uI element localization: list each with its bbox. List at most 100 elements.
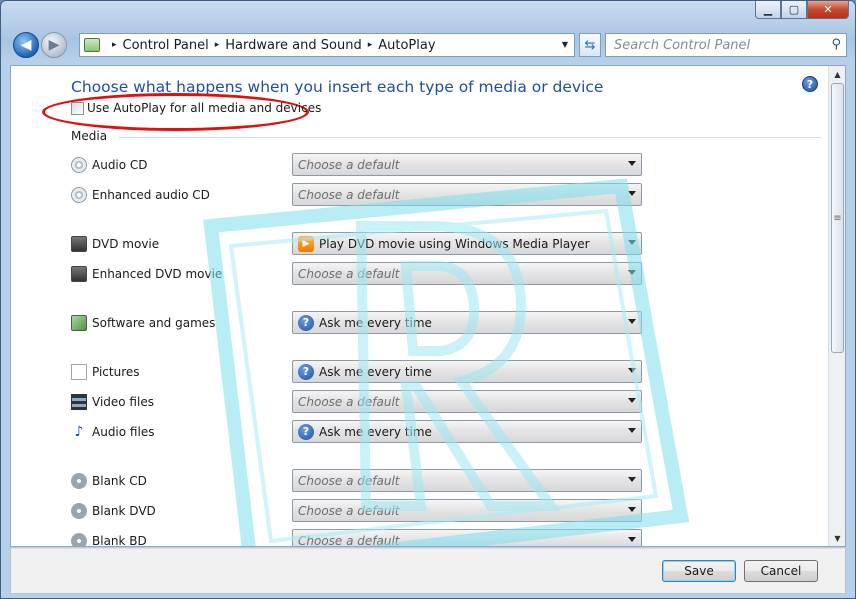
default-action-select[interactable]: Choose a default xyxy=(292,499,642,522)
default-action-select[interactable]: Choose a default xyxy=(292,153,642,176)
scroll-up-icon[interactable]: ▲ xyxy=(830,66,845,82)
caption-buttons: ▁ ▢ ✕ xyxy=(755,1,849,19)
media-label: Blank CD xyxy=(92,474,147,488)
navigation-bar: ◀ ▶ ▸ Control Panel ▸ Hardware and Sound… xyxy=(9,29,847,61)
media-label: Video files xyxy=(92,395,154,409)
chevron-down-icon[interactable] xyxy=(628,270,636,275)
media-row: Audio CD Choose a default xyxy=(71,153,651,177)
select-value: Ask me every time xyxy=(319,424,432,439)
chevron-right-icon[interactable]: ▸ xyxy=(368,40,373,50)
address-bar[interactable]: ▸ Control Panel ▸ Hardware and Sound ▸ A… xyxy=(79,33,575,57)
autoplay-option[interactable]: Use AutoPlay for all media and devices xyxy=(71,101,321,115)
media-row: ♪ Audio files? Ask me every time xyxy=(71,420,651,444)
refresh-button[interactable]: ⇆ xyxy=(579,33,601,57)
scrollbar-thumb[interactable]: ≡ xyxy=(831,83,844,353)
chevron-down-icon[interactable] xyxy=(628,191,636,196)
chevron-down-icon[interactable] xyxy=(628,368,636,373)
media-row: Enhanced DVD movie Choose a default xyxy=(71,262,651,286)
breadcrumb-control-panel[interactable]: Control Panel xyxy=(123,38,209,53)
maximize-button[interactable]: ▢ xyxy=(781,1,807,19)
chevron-down-icon[interactable] xyxy=(628,398,636,403)
search-icon[interactable]: ⚲ xyxy=(831,37,841,52)
minimize-button[interactable]: ▁ xyxy=(755,1,781,19)
media-label: Blank BD xyxy=(92,534,147,547)
default-action-select[interactable]: Choose a default xyxy=(292,390,642,413)
media-label: Enhanced audio CD xyxy=(92,188,210,202)
media-row: DVD movie ▶ Play DVD movie using Windows M… xyxy=(71,232,651,256)
autoplay-checkbox[interactable] xyxy=(71,101,84,115)
default-action-select[interactable]: ? Ask me every time xyxy=(292,360,642,383)
cancel-button[interactable]: Cancel xyxy=(744,560,818,582)
dvd-movie-icon xyxy=(71,236,87,252)
search-input[interactable]: Search Control Panel ⚲ xyxy=(605,33,847,57)
breadcrumb-hardware-and-sound[interactable]: Hardware and Sound xyxy=(225,38,361,53)
chevron-down-icon[interactable] xyxy=(628,161,636,166)
select-value: Play DVD movie using Windows Media Playe… xyxy=(319,236,590,251)
default-action-select[interactable]: Choose a default xyxy=(292,262,642,285)
chevron-right-icon[interactable]: ▸ xyxy=(215,40,220,50)
search-placeholder: Search Control Panel xyxy=(614,37,751,53)
back-button[interactable]: ◀ xyxy=(13,32,39,58)
select-value: Choose a default xyxy=(298,473,400,488)
section-media-label: Media xyxy=(71,129,108,143)
media-label: Pictures xyxy=(92,365,140,379)
select-value: Choose a default xyxy=(298,503,400,518)
select-value: Choose a default xyxy=(298,157,400,172)
autoplay-window: ▁ ▢ ✕ ◀ ▶ ▸ Control Panel ▸ Hardware and… xyxy=(0,0,856,599)
select-value: Choose a default xyxy=(298,394,400,409)
blank-cd-icon xyxy=(71,473,87,489)
media-row: Video files Choose a default xyxy=(71,390,651,414)
maximize-icon: ▢ xyxy=(788,3,800,16)
question-icon: ? xyxy=(298,314,314,331)
select-value: Choose a default xyxy=(298,187,400,202)
media-label: Software and games xyxy=(92,316,216,330)
select-value: Choose a default xyxy=(298,266,400,281)
refresh-icon: ⇆ xyxy=(584,37,596,53)
question-icon: ? xyxy=(298,363,314,380)
chevron-down-icon[interactable] xyxy=(628,477,636,482)
media-label: Audio CD xyxy=(92,158,148,172)
autoplay-checkbox-label[interactable]: Use AutoPlay for all media and devices xyxy=(87,101,321,115)
media-row: Blank BD Choose a default xyxy=(71,529,651,547)
default-action-select[interactable]: ? Ask me every time xyxy=(292,311,642,334)
media-row: Blank CD Choose a default xyxy=(71,469,651,493)
media-row: Enhanced audio CD Choose a default xyxy=(71,183,651,207)
forward-arrow-icon: ▶ xyxy=(48,37,60,53)
scroll-down-icon[interactable]: ▼ xyxy=(830,530,845,546)
media-player-icon: ▶ xyxy=(298,235,314,252)
media-label: Enhanced DVD movie xyxy=(92,267,223,281)
media-row: Software and games ? Ask me every time xyxy=(71,311,651,335)
pictures-icon xyxy=(71,364,87,380)
enhanced-dvd-movie-icon xyxy=(71,266,87,282)
media-label: DVD movie xyxy=(92,237,160,251)
chevron-right-icon[interactable]: ▸ xyxy=(112,40,117,50)
enhanced-audio-cd-icon xyxy=(71,187,87,203)
default-action-select[interactable]: Choose a default xyxy=(292,183,642,206)
default-action-select[interactable]: Choose a default xyxy=(292,529,642,546)
close-button[interactable]: ✕ xyxy=(807,1,849,19)
breadcrumb-autoplay[interactable]: AutoPlay xyxy=(378,38,435,53)
chevron-down-icon[interactable] xyxy=(628,428,636,433)
chevron-down-icon[interactable] xyxy=(628,319,636,324)
blank-dvd-icon xyxy=(71,503,87,519)
default-action-select[interactable]: Choose a default xyxy=(292,469,642,492)
chevron-down-icon[interactable] xyxy=(628,537,636,542)
audio-files-icon: ♪ xyxy=(74,424,84,440)
default-action-select[interactable]: ▶ Play DVD movie using Windows Media Play… xyxy=(292,232,642,255)
default-action-select[interactable]: ? Ask me every time xyxy=(292,420,642,443)
media-row: Pictures ? Ask me every time xyxy=(71,360,651,384)
video-files-icon xyxy=(71,394,87,410)
address-dropdown-icon[interactable]: ▼ xyxy=(562,40,568,49)
section-divider xyxy=(119,137,821,138)
question-icon: ? xyxy=(298,423,314,440)
chevron-down-icon[interactable] xyxy=(628,240,636,245)
chevron-down-icon[interactable] xyxy=(628,507,636,512)
minimize-icon: ▁ xyxy=(763,3,773,16)
forward-button[interactable]: ▶ xyxy=(41,32,67,58)
vertical-scrollbar[interactable]: ▲ ≡ ▼ xyxy=(828,66,845,546)
software-games-icon xyxy=(71,315,87,331)
save-button[interactable]: Save xyxy=(662,560,736,582)
help-icon[interactable]: ? xyxy=(802,76,818,92)
media-row: Blank DVD Choose a default xyxy=(71,499,651,523)
breadcrumb: ▸ Control Panel ▸ Hardware and Sound ▸ A… xyxy=(106,38,436,53)
